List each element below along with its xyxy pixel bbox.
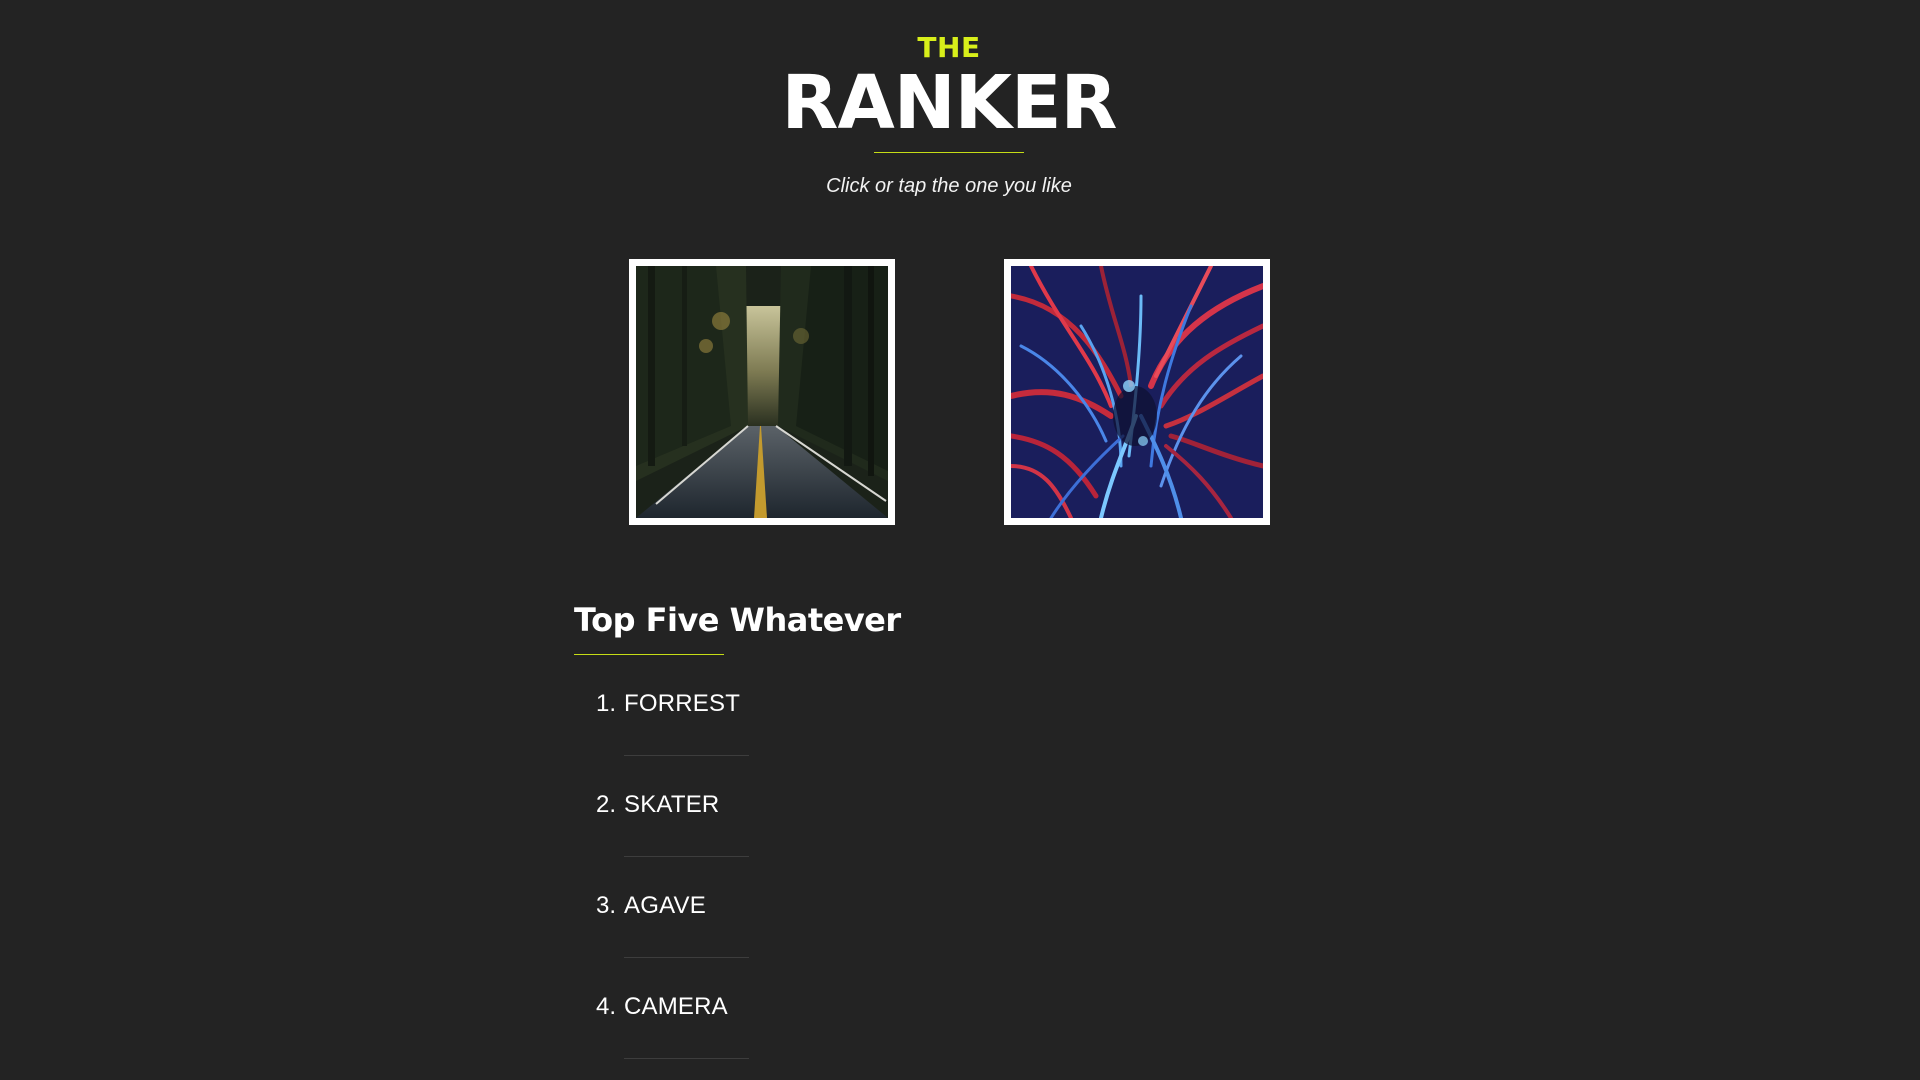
forest-road-image (636, 266, 888, 518)
abstract-tendrils-image (1011, 266, 1263, 518)
rank-label: CAMERA (624, 993, 728, 1020)
rank-number: 1. (596, 690, 617, 717)
title-divider (874, 152, 1024, 153)
rank-number: 4. (596, 993, 617, 1020)
page-title: RANKER (781, 60, 1117, 146)
item-divider (624, 755, 749, 756)
instruction-text: Click or tap the one you like (826, 175, 1072, 197)
choice-right-card[interactable] (1004, 259, 1270, 525)
rank-number: 3. (596, 892, 617, 919)
choice-left-card[interactable] (629, 259, 895, 525)
rank-label: FORREST (624, 690, 741, 717)
rank-label: SKATER (624, 791, 720, 818)
rank-number: 2. (596, 791, 617, 818)
item-divider (624, 856, 749, 857)
rank-label: AGAVE (624, 892, 706, 919)
top-five-divider (574, 654, 724, 655)
top-five-heading: Top Five Whatever (574, 601, 901, 639)
item-divider (624, 1058, 749, 1059)
header: THE RANKER Click or tap the one you like (0, 30, 1898, 198)
ranker-page: THE RANKER Click or tap the one you like (0, 0, 1920, 1080)
item-divider (624, 957, 749, 958)
